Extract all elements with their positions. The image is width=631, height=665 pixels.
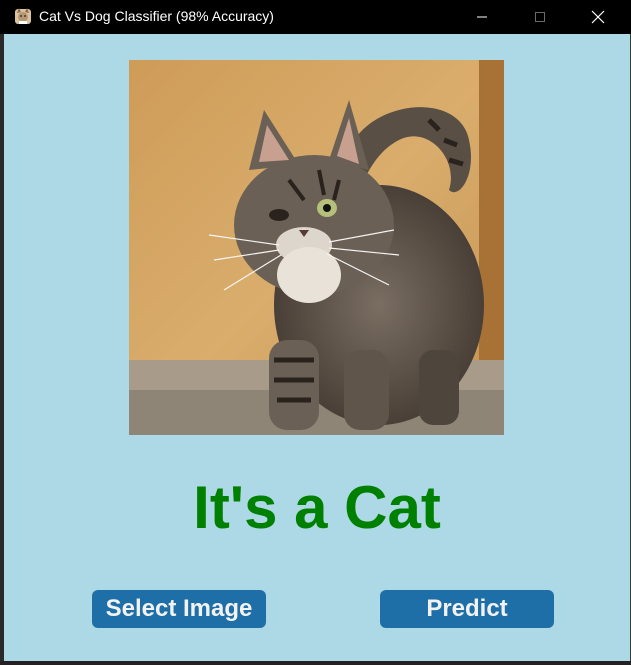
window-title: Cat Vs Dog Classifier (98% Accuracy)	[39, 8, 274, 24]
minimize-button[interactable]	[459, 0, 505, 34]
cat-photo	[129, 60, 504, 435]
prediction-result: It's a Cat	[193, 474, 441, 541]
maximize-icon	[535, 12, 545, 22]
window-bottom-border	[0, 661, 631, 665]
maximize-button[interactable]	[517, 0, 563, 34]
close-icon	[591, 10, 605, 24]
main-panel: It's a Cat Select Image Predict	[4, 34, 630, 661]
cat-app-icon	[15, 8, 31, 24]
predict-button[interactable]: Predict	[380, 590, 554, 628]
title-bar[interactable]: Cat Vs Dog Classifier (98% Accuracy)	[0, 0, 631, 34]
close-button[interactable]	[575, 0, 621, 34]
select-image-button[interactable]: Select Image	[92, 590, 266, 628]
cat-photo-graphic	[129, 60, 504, 435]
minimize-icon	[477, 16, 487, 18]
app-window: Cat Vs Dog Classifier (98% Accuracy) It'…	[0, 0, 631, 665]
